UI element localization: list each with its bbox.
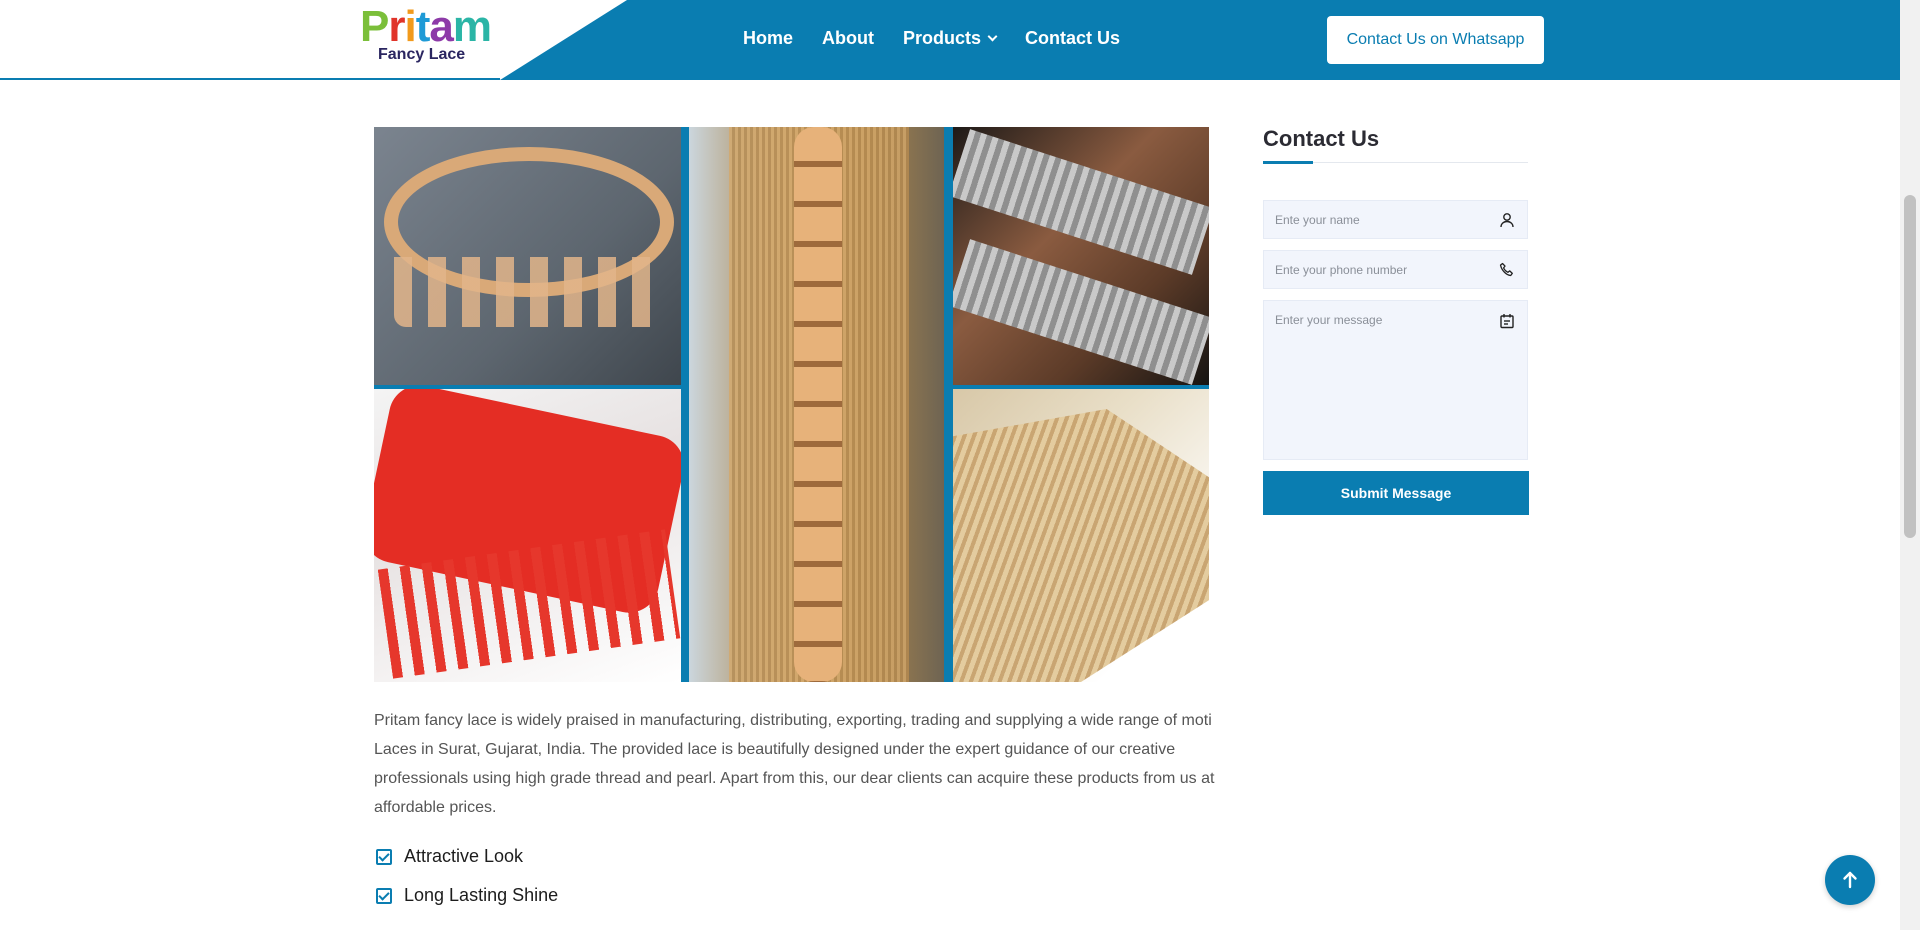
gallery-image-silver-tassel-lace — [953, 127, 1209, 385]
nav-home[interactable]: Home — [743, 28, 793, 49]
calendar-note-icon — [1499, 313, 1515, 329]
checkbox-icon — [376, 887, 392, 904]
back-to-top-button[interactable] — [1825, 855, 1875, 905]
phone-icon — [1499, 262, 1515, 278]
whatsapp-contact-button[interactable]: Contact Us on Whatsapp — [1327, 16, 1544, 64]
nav-products-label: Products — [903, 28, 982, 48]
nav-home-label: Home — [743, 28, 794, 48]
nav-about[interactable]: About — [822, 28, 874, 49]
feature-item: Long Lasting Shine — [374, 876, 558, 915]
contact-form-title: Contact Us — [1263, 126, 1380, 151]
nav-contact-label: Contact Us — [1025, 28, 1121, 48]
nav-about-label: About — [822, 28, 874, 48]
product-description: Pritam fancy lace is widely praised in m… — [374, 712, 1215, 816]
site-header: Pritam Fancy Lace Home About Products Co… — [0, 0, 1900, 80]
feature-label: Attractive Look — [404, 846, 524, 866]
phone-input[interactable] — [1275, 262, 1495, 277]
phone-field[interactable] — [1263, 250, 1528, 289]
gallery-image-gold-sequin-fringe-lace — [689, 127, 944, 682]
chevron-down-icon — [987, 31, 998, 42]
message-textarea[interactable] — [1275, 313, 1495, 453]
name-input[interactable] — [1275, 212, 1495, 227]
page-scrollbar[interactable] — [1900, 0, 1920, 930]
gallery-image-gold-loop-lace — [374, 127, 681, 385]
main-nav: Home About Products Contact Us — [743, 28, 1149, 49]
user-icon — [1499, 212, 1515, 228]
title-accent-bar — [1263, 161, 1313, 164]
name-field[interactable] — [1263, 200, 1528, 239]
gallery-image-red-fringe-lace — [374, 389, 681, 682]
feature-item: Attractive Look — [374, 837, 558, 876]
nav-products[interactable]: Products — [903, 28, 998, 49]
product-gallery — [374, 127, 1209, 682]
arrow-up-icon — [1843, 871, 1857, 889]
nav-contact[interactable]: Contact Us — [1025, 28, 1120, 49]
logo-wordmark: Pritam — [360, 2, 492, 51]
message-field[interactable] — [1263, 300, 1528, 460]
feature-label: Long Lasting Shine — [404, 885, 559, 905]
brand-logo[interactable]: Pritam Fancy Lace — [360, 2, 492, 64]
feature-list: Attractive Look Long Lasting Shine — [374, 837, 558, 915]
scrollbar-thumb[interactable] — [1904, 195, 1916, 538]
checkbox-icon — [376, 848, 392, 865]
gallery-image-gold-fringe-lace — [953, 389, 1209, 682]
submit-message-button[interactable]: Submit Message — [1263, 471, 1529, 515]
